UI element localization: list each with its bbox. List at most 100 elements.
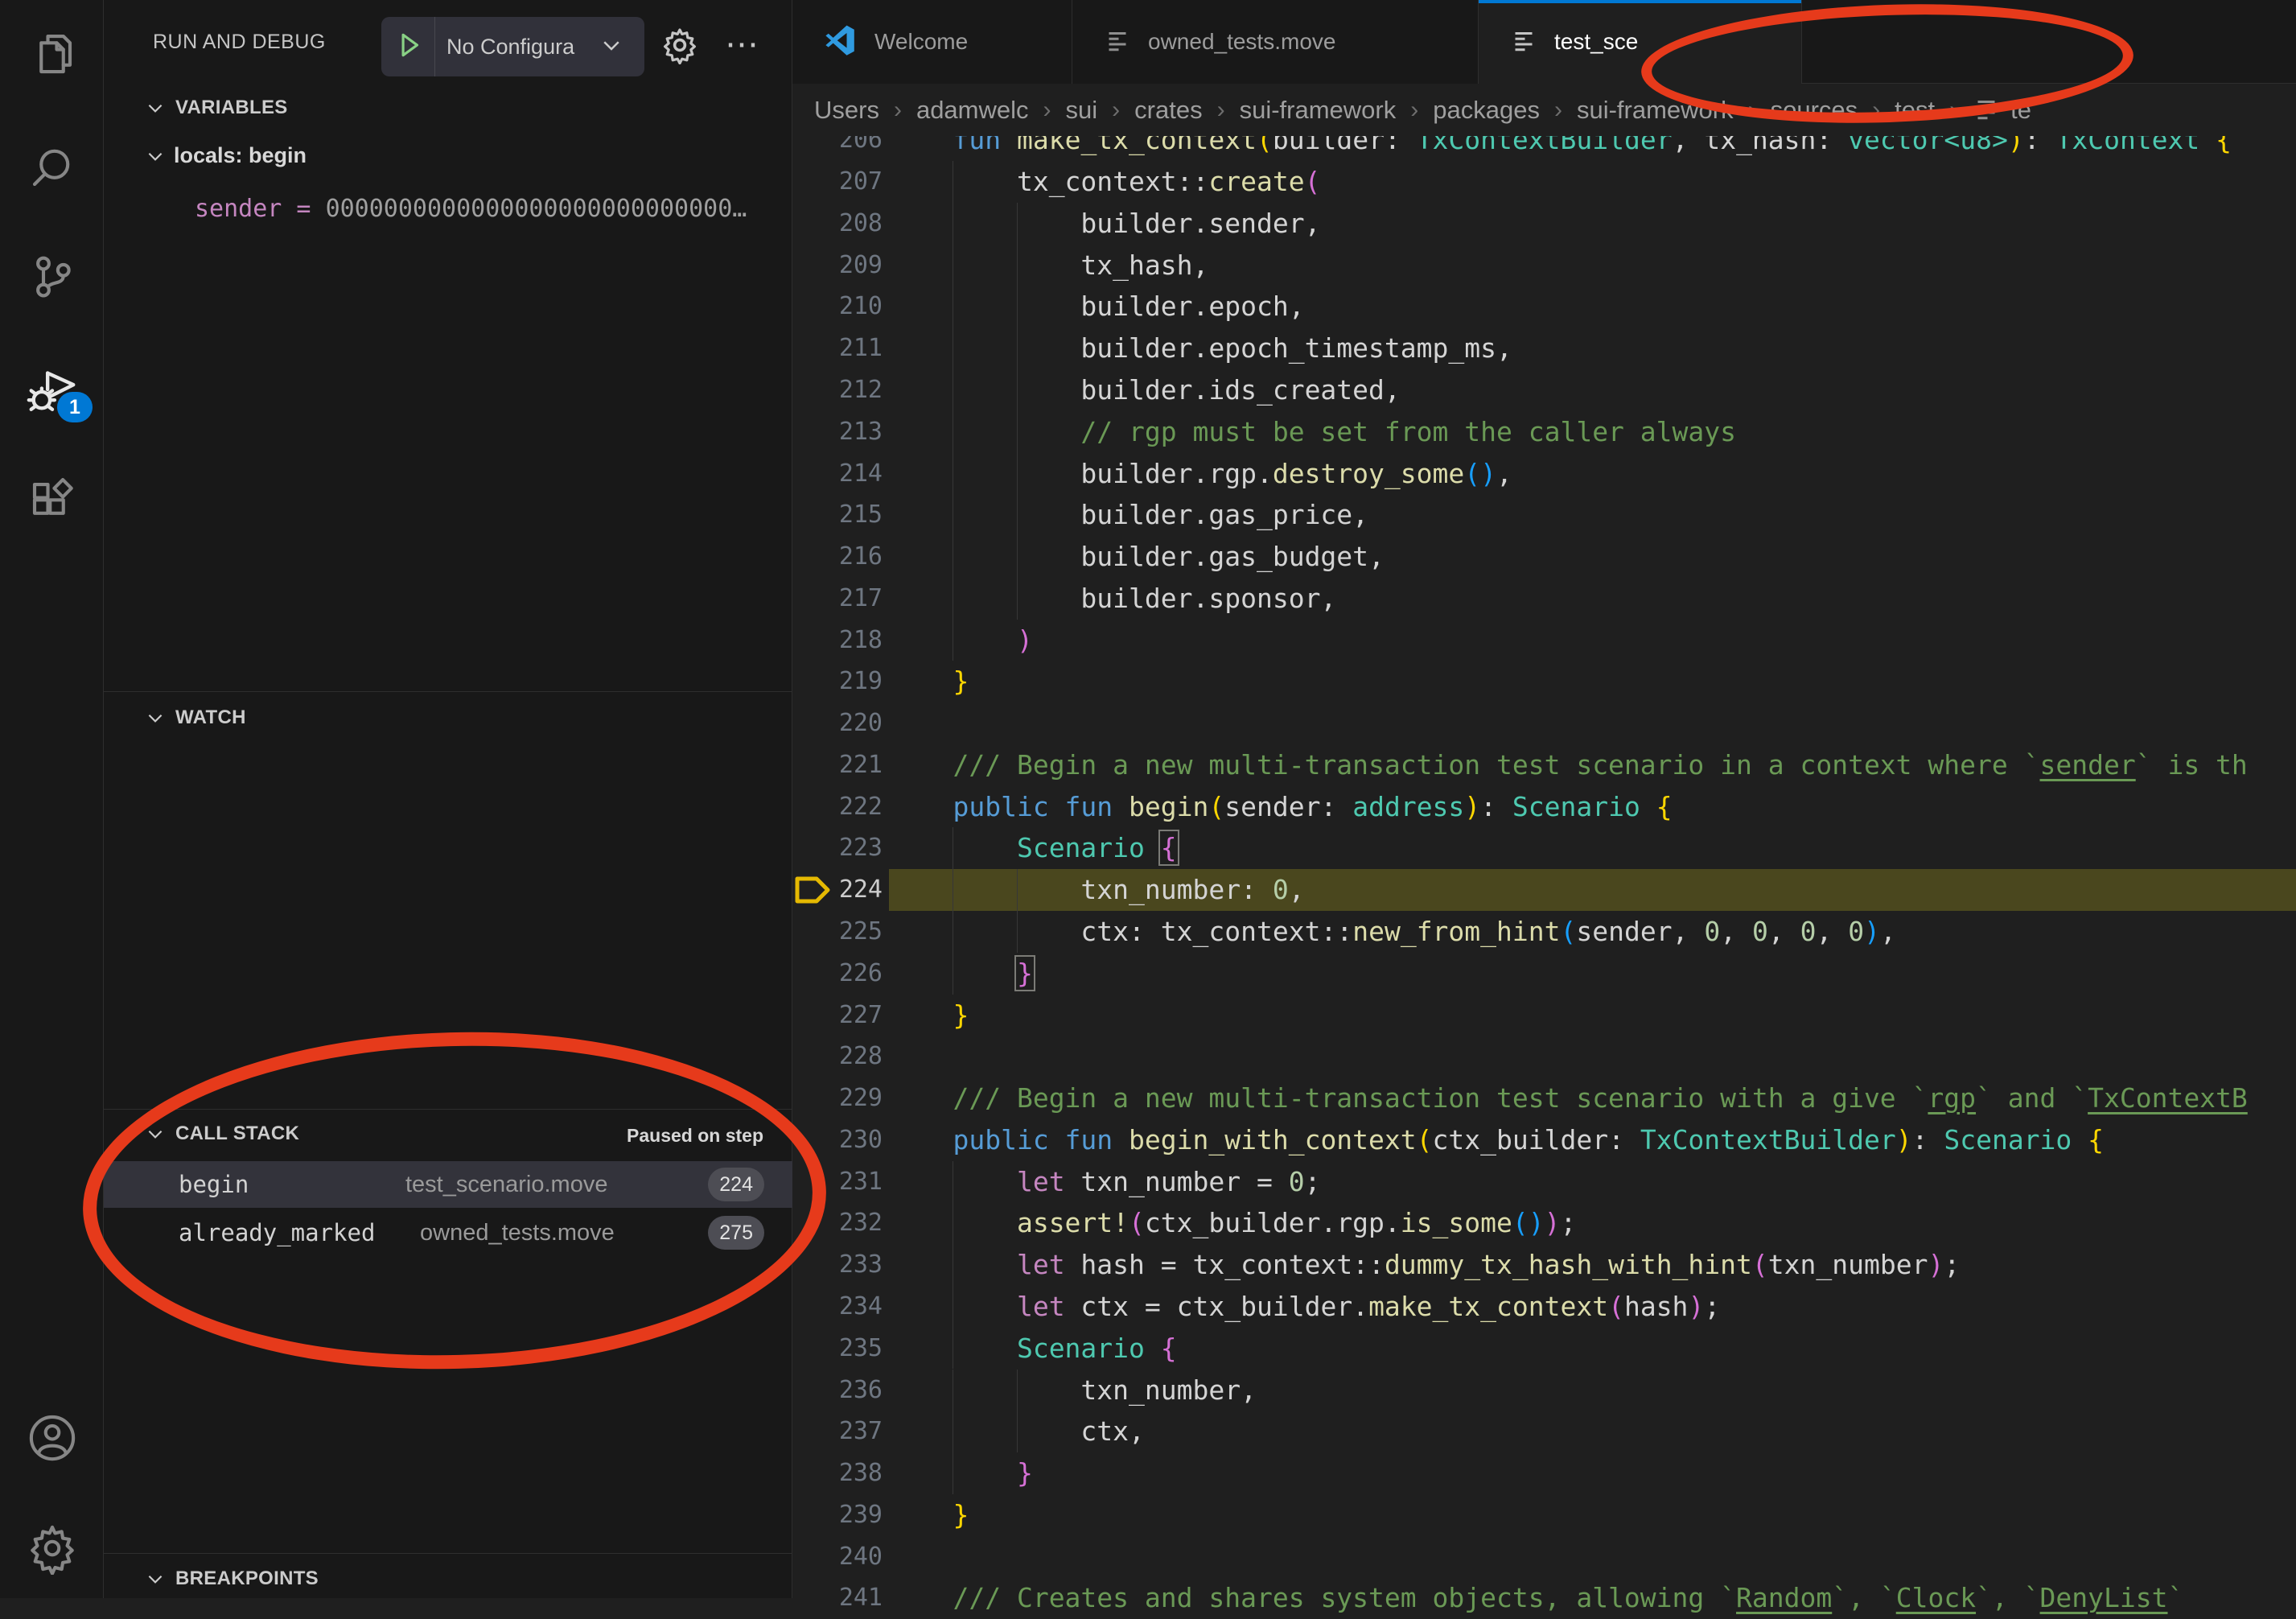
more-actions-icon[interactable]: ⋯ xyxy=(725,24,762,64)
code-line-211[interactable]: 211 builder.epoch_timestamp_ms, xyxy=(792,328,2296,369)
code-line-232[interactable]: 232 assert!(ctx_builder.rgp.is_some()); xyxy=(792,1202,2296,1244)
breadcrumb-item[interactable]: sui xyxy=(1066,96,1098,125)
call-stack-frame-already_marked[interactable]: already_markedowned_tests.move275 xyxy=(104,1209,792,1256)
code-line-241[interactable]: 241 /// Creates and shares system object… xyxy=(792,1577,2296,1619)
code-line-208[interactable]: 208 builder.sender, xyxy=(792,203,2296,245)
code-line-225[interactable]: 225 ctx: tx_context::new_from_hint(sende… xyxy=(792,911,2296,953)
breadcrumb-item[interactable]: packages xyxy=(1433,96,1540,125)
code-line-209[interactable]: 209 tx_hash, xyxy=(792,245,2296,286)
activity-bar-files[interactable] xyxy=(0,11,104,100)
code-line-231[interactable]: 231 let txn_number = 0; xyxy=(792,1161,2296,1203)
line-number[interactable]: 240 xyxy=(792,1536,883,1578)
variable-row-sender[interactable]: sender = 0000000000000000000000000000… xyxy=(195,195,747,223)
code-line-213[interactable]: 213 // rgp must be set from the caller a… xyxy=(792,411,2296,453)
activity-bar-settings-gear[interactable] xyxy=(0,1506,104,1594)
debug-configuration-dropdown[interactable]: No Configura xyxy=(381,17,644,76)
code-line-219[interactable]: 219 } xyxy=(792,661,2296,702)
start-debugging-icon[interactable] xyxy=(394,30,425,64)
line-number[interactable]: 215 xyxy=(792,494,883,536)
line-number[interactable]: 219 xyxy=(792,661,883,702)
line-number[interactable]: 220 xyxy=(792,702,883,744)
activity-bar-extensions[interactable] xyxy=(0,459,104,548)
line-number[interactable]: 237 xyxy=(792,1411,883,1452)
line-number[interactable]: 224 xyxy=(792,869,883,911)
code-line-237[interactable]: 237 ctx, xyxy=(792,1411,2296,1452)
breadcrumb-item[interactable]: adamwelc xyxy=(916,96,1029,125)
debug-settings-gear-icon[interactable] xyxy=(660,26,699,68)
activity-bar-search[interactable] xyxy=(0,124,104,212)
line-number[interactable]: 213 xyxy=(792,411,883,453)
line-number[interactable]: 236 xyxy=(792,1370,883,1411)
code-line-240[interactable]: 240 xyxy=(792,1536,2296,1578)
code-line-233[interactable]: 233 let hash = tx_context::dummy_tx_hash… xyxy=(792,1244,2296,1286)
code-line-224[interactable]: 224 txn_number: 0, xyxy=(792,869,2296,911)
breadcrumb-item[interactable]: sui-framework xyxy=(1577,96,1734,125)
line-number[interactable]: 227 xyxy=(792,995,883,1036)
line-number[interactable]: 222 xyxy=(792,786,883,828)
watch-section-header[interactable]: WATCH xyxy=(145,707,246,729)
code-line-221[interactable]: 221 /// Begin a new multi-transaction te… xyxy=(792,744,2296,786)
code-line-238[interactable]: 238 } xyxy=(792,1452,2296,1494)
breadcrumb-item[interactable]: sui-framework xyxy=(1240,96,1397,125)
code-line-217[interactable]: 217 builder.sponsor, xyxy=(792,578,2296,620)
tab-welcome[interactable]: Welcome xyxy=(792,0,1072,84)
call-stack-section-header[interactable]: CALL STACK xyxy=(145,1123,299,1145)
code-line-220[interactable]: 220 xyxy=(792,702,2296,744)
line-number[interactable]: 229 xyxy=(792,1077,883,1119)
code-line-230[interactable]: 230 public fun begin_with_context(ctx_bu… xyxy=(792,1119,2296,1161)
line-number[interactable]: 235 xyxy=(792,1328,883,1370)
line-number[interactable]: 230 xyxy=(792,1119,883,1161)
line-number[interactable]: 208 xyxy=(792,203,883,245)
line-number[interactable]: 217 xyxy=(792,578,883,620)
line-number[interactable]: 221 xyxy=(792,744,883,786)
code-line-218[interactable]: 218 ) xyxy=(792,620,2296,661)
line-number[interactable]: 211 xyxy=(792,328,883,369)
line-number[interactable]: 210 xyxy=(792,286,883,328)
code-line-228[interactable]: 228 xyxy=(792,1036,2296,1077)
line-number[interactable]: 223 xyxy=(792,827,883,869)
code-editor[interactable]: 206 fun make_tx_context(builder: TxConte… xyxy=(792,0,2296,1598)
tab-test-sce[interactable]: test_sce xyxy=(1479,0,1802,84)
tab-owned-tests-move[interactable]: owned_tests.move xyxy=(1072,0,1479,84)
line-number[interactable]: 226 xyxy=(792,953,883,995)
breadcrumb[interactable]: Users›adamwelc›sui›crates›sui-framework›… xyxy=(792,84,2296,136)
code-line-212[interactable]: 212 builder.ids_created, xyxy=(792,369,2296,411)
code-line-223[interactable]: 223 Scenario { xyxy=(792,827,2296,869)
activity-bar-account[interactable] xyxy=(0,1395,104,1484)
line-number[interactable]: 232 xyxy=(792,1202,883,1244)
line-number[interactable]: 231 xyxy=(792,1161,883,1203)
line-number[interactable]: 239 xyxy=(792,1494,883,1536)
line-number[interactable]: 214 xyxy=(792,453,883,495)
line-number[interactable]: 207 xyxy=(792,161,883,203)
variables-section-header[interactable]: VARIABLES xyxy=(145,97,288,119)
code-line-234[interactable]: 234 let ctx = ctx_builder.make_tx_contex… xyxy=(792,1286,2296,1328)
line-number[interactable]: 209 xyxy=(792,245,883,286)
code-line-235[interactable]: 235 Scenario { xyxy=(792,1328,2296,1370)
line-number[interactable]: 218 xyxy=(792,620,883,661)
breadcrumb-item[interactable]: crates xyxy=(1134,96,1202,125)
breadcrumb-item[interactable]: sources xyxy=(1771,96,1858,125)
code-line-236[interactable]: 236 txn_number, xyxy=(792,1370,2296,1411)
line-number[interactable]: 234 xyxy=(792,1286,883,1328)
breadcrumb-item[interactable]: test xyxy=(1895,96,1935,125)
activity-bar-source-control[interactable] xyxy=(0,234,104,323)
activity-bar-run-and-debug[interactable]: 1 xyxy=(0,347,104,435)
line-number[interactable]: 233 xyxy=(792,1244,883,1286)
variables-scope-row[interactable]: locals: begin xyxy=(145,143,307,168)
line-number[interactable]: 228 xyxy=(792,1036,883,1077)
line-number[interactable]: 241 xyxy=(792,1577,883,1619)
line-number[interactable]: 225 xyxy=(792,911,883,953)
breakpoints-section-header[interactable]: BREAKPOINTS xyxy=(145,1568,319,1590)
line-number[interactable]: 212 xyxy=(792,369,883,411)
code-line-222[interactable]: 222 public fun begin(sender: address): S… xyxy=(792,786,2296,828)
line-number[interactable]: 238 xyxy=(792,1452,883,1494)
code-line-216[interactable]: 216 builder.gas_budget, xyxy=(792,536,2296,578)
code-line-215[interactable]: 215 builder.gas_price, xyxy=(792,494,2296,536)
code-line-239[interactable]: 239 } xyxy=(792,1494,2296,1536)
line-number[interactable]: 216 xyxy=(792,536,883,578)
code-line-214[interactable]: 214 builder.rgp.destroy_some(), xyxy=(792,453,2296,495)
code-line-226[interactable]: 226 } xyxy=(792,953,2296,995)
code-line-207[interactable]: 207 tx_context::create( xyxy=(792,161,2296,203)
code-line-229[interactable]: 229 /// Begin a new multi-transaction te… xyxy=(792,1077,2296,1119)
code-line-227[interactable]: 227 } xyxy=(792,995,2296,1036)
